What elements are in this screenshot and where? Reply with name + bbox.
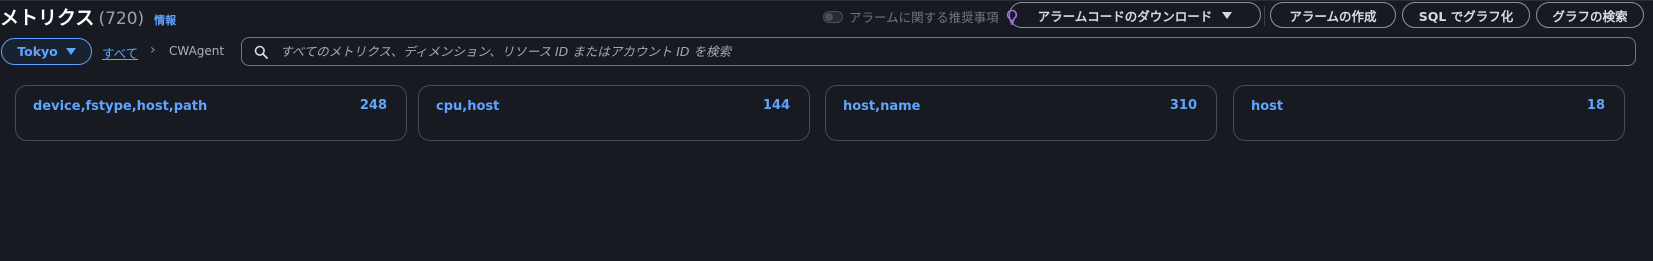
sql-graph-button[interactable]: SQL でグラフ化 [1402, 2, 1530, 28]
breadcrumb-current: CWAgent [169, 44, 225, 58]
region-label: Tokyo [17, 44, 58, 59]
dimension-card-name[interactable]: cpu,host [436, 99, 499, 114]
region-dropdown[interactable]: Tokyo [1, 38, 92, 65]
create-alarm-label: アラームの作成 [1289, 8, 1377, 24]
button-divider [1264, 6, 1265, 26]
caret-down-icon [65, 48, 76, 55]
metric-search-box[interactable] [241, 37, 1636, 66]
download-alarm-code-button[interactable]: アラームコードのダウンロード [1009, 2, 1261, 28]
caret-down-icon [1222, 11, 1233, 19]
alarm-recommendations-toggle-group: アラームに関する推奨事項 [823, 7, 1019, 26]
page-title: メトリクス [0, 7, 95, 29]
toggle-switch-icon[interactable] [823, 10, 843, 23]
sql-graph-label: SQL でグラフ化 [1418, 8, 1514, 24]
dimension-card-name[interactable]: host [1251, 99, 1283, 114]
search-icon [254, 45, 268, 59]
search-graph-label: グラフの検索 [1552, 8, 1628, 24]
dimension-card-count: 144 [762, 98, 790, 113]
top-divider [0, 0, 1653, 1]
dimension-card[interactable]: host 18 [1233, 85, 1625, 141]
alarm-recommendations-label: アラームに関する推奨事項 [849, 10, 999, 25]
dimension-card-count: 248 [359, 98, 387, 113]
dimension-card-count: 310 [1169, 98, 1197, 113]
dimension-card-count: 18 [1586, 98, 1605, 113]
breadcrumb-all-link[interactable]: すべて [102, 43, 138, 62]
search-input[interactable] [278, 43, 1635, 60]
download-alarm-code-label: アラームコードのダウンロード [1037, 8, 1213, 24]
dimension-card[interactable]: cpu,host 144 [418, 85, 810, 141]
search-graph-button[interactable]: グラフの検索 [1536, 2, 1644, 28]
dimension-card-name[interactable]: host,name [843, 99, 920, 114]
dimension-card-name[interactable]: device,fstype,host,path [33, 99, 207, 114]
info-link[interactable]: 情報 [154, 12, 176, 28]
toggle-knob [825, 12, 833, 21]
dimension-card[interactable]: host,name 310 [825, 85, 1217, 141]
chevron-right-icon: › [150, 42, 156, 58]
page-header: メトリクス (720) 情報 [0, 3, 176, 30]
dimension-card[interactable]: device,fstype,host,path 248 [15, 85, 407, 141]
create-alarm-button[interactable]: アラームの作成 [1270, 2, 1396, 28]
metric-count: (720) [98, 9, 145, 29]
